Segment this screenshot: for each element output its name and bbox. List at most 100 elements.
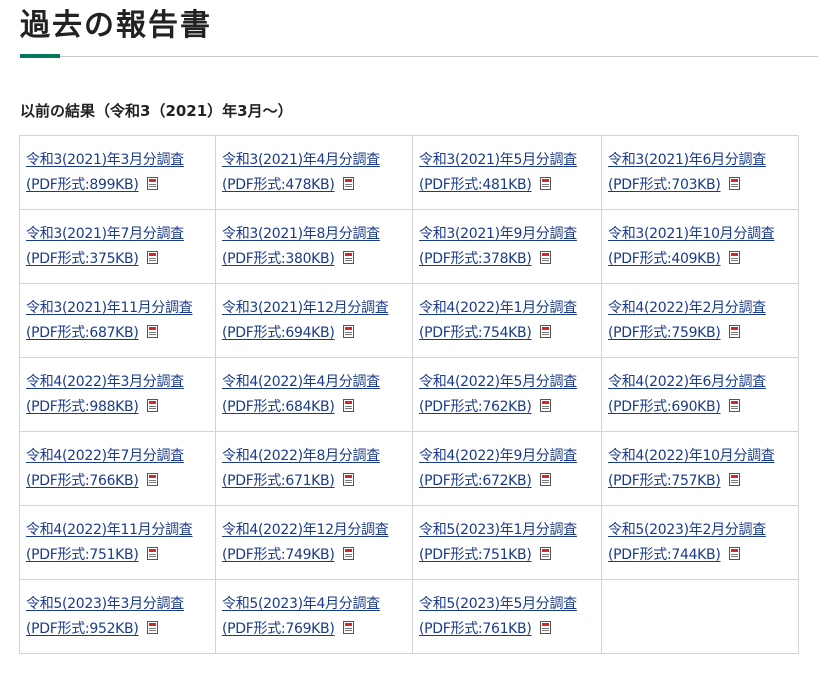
report-pdf-link[interactable]: 令和3(2021)年5月分調査 (PDF形式:481KB) (419, 148, 577, 198)
file-size-label: (PDF形式:762KB) (419, 398, 532, 415)
table-cell: 令和4(2022)年1月分調査 (PDF形式:754KB) (412, 283, 602, 358)
pdf-file-icon (539, 250, 551, 264)
report-pdf-link[interactable]: 令和3(2021)年6月分調査 (PDF形式:703KB) (608, 148, 766, 198)
pdf-file-icon (728, 546, 740, 560)
table-cell: 令和5(2023)年5月分調査 (PDF形式:761KB) (412, 579, 602, 654)
table-cell: 令和4(2022)年2月分調査 (PDF形式:759KB) (601, 283, 799, 358)
report-pdf-link[interactable]: 令和5(2023)年3月分調査 (PDF形式:952KB) (26, 592, 184, 642)
report-file-info: (PDF形式:751KB) (26, 543, 192, 568)
report-pdf-link[interactable]: 令和5(2023)年5月分調査 (PDF形式:761KB) (419, 592, 577, 642)
pdf-file-icon (146, 324, 158, 338)
report-pdf-link[interactable]: 令和3(2021)年8月分調査 (PDF形式:380KB) (222, 222, 380, 272)
table-cell: 令和4(2022)年8月分調査 (PDF形式:671KB) (215, 431, 413, 506)
file-size-label: (PDF形式:988KB) (26, 398, 139, 415)
report-title: 令和4(2022)年12月分調査 (222, 521, 389, 538)
file-size-label: (PDF形式:375KB) (26, 250, 139, 267)
pdf-file-icon (539, 176, 551, 190)
report-pdf-link[interactable]: 令和3(2021)年11月分調査 (PDF形式:687KB) (26, 296, 193, 346)
report-pdf-link[interactable]: 令和4(2022)年1月分調査 (PDF形式:754KB) (419, 296, 577, 346)
table-cell: 令和5(2023)年4月分調査 (PDF形式:769KB) (215, 579, 413, 654)
table-row: 令和4(2022)年11月分調査 (PDF形式:751KB) 令和4(2022)年1… (19, 505, 799, 580)
report-pdf-link[interactable]: 令和4(2022)年2月分調査 (PDF形式:759KB) (608, 296, 766, 346)
report-table: 令和3(2021)年3月分調査 (PDF形式:899KB) 令和3(2021)年4月… (19, 135, 799, 654)
pdf-file-icon (728, 398, 740, 412)
report-title: 令和3(2021)年8月分調査 (222, 225, 380, 242)
table-cell: 令和5(2023)年3月分調査 (PDF形式:952KB) (19, 579, 216, 654)
file-size-label: (PDF形式:757KB) (608, 472, 721, 489)
report-pdf-link[interactable]: 令和4(2022)年8月分調査 (PDF形式:671KB) (222, 444, 380, 494)
file-size-label: (PDF形式:751KB) (419, 546, 532, 563)
report-pdf-link[interactable]: 令和4(2022)年11月分調査 (PDF形式:751KB) (26, 518, 193, 568)
report-pdf-link[interactable]: 令和3(2021)年12月分調査 (PDF形式:694KB) (222, 296, 389, 346)
report-pdf-link[interactable]: 令和3(2021)年7月分調査 (PDF形式:375KB) (26, 222, 184, 272)
table-cell: 令和3(2021)年3月分調査 (PDF形式:899KB) (19, 135, 216, 210)
report-pdf-link[interactable]: 令和4(2022)年3月分調査 (PDF形式:988KB) (26, 370, 184, 420)
table-row: 令和4(2022)年7月分調査 (PDF形式:766KB) 令和4(2022)年8月… (19, 431, 799, 506)
table-cell: 令和4(2022)年10月分調査 (PDF形式:757KB) (601, 431, 799, 506)
report-file-info: (PDF形式:769KB) (222, 617, 380, 642)
pdf-file-icon (342, 176, 354, 190)
report-pdf-link[interactable]: 令和5(2023)年4月分調査 (PDF形式:769KB) (222, 592, 380, 642)
file-size-label: (PDF形式:749KB) (222, 546, 335, 563)
report-title: 令和4(2022)年7月分調査 (26, 447, 184, 464)
table-cell: 令和3(2021)年11月分調査 (PDF形式:687KB) (19, 283, 216, 358)
report-pdf-link[interactable]: 令和3(2021)年9月分調査 (PDF形式:378KB) (419, 222, 577, 272)
report-pdf-link[interactable]: 令和4(2022)年7月分調査 (PDF形式:766KB) (26, 444, 184, 494)
table-cell: 令和4(2022)年4月分調査 (PDF形式:684KB) (215, 357, 413, 432)
pdf-file-icon (539, 398, 551, 412)
pdf-file-icon (146, 250, 158, 264)
report-pdf-link[interactable]: 令和4(2022)年12月分調査 (PDF形式:749KB) (222, 518, 389, 568)
file-size-label: (PDF形式:378KB) (419, 250, 532, 267)
file-size-label: (PDF形式:694KB) (222, 324, 335, 341)
report-title: 令和4(2022)年10月分調査 (608, 447, 775, 464)
pdf-file-icon (146, 620, 158, 634)
file-size-label: (PDF形式:703KB) (608, 176, 721, 193)
report-title: 令和4(2022)年8月分調査 (222, 447, 380, 464)
file-size-label: (PDF形式:672KB) (419, 472, 532, 489)
report-file-info: (PDF形式:375KB) (26, 247, 184, 272)
report-pdf-link[interactable]: 令和5(2023)年2月分調査 (PDF形式:744KB) (608, 518, 766, 568)
report-title: 令和3(2021)年3月分調査 (26, 151, 184, 168)
report-pdf-link[interactable]: 令和4(2022)年6月分調査 (PDF形式:690KB) (608, 370, 766, 420)
table-cell: 令和4(2022)年6月分調査 (PDF形式:690KB) (601, 357, 799, 432)
report-file-info: (PDF形式:409KB) (608, 247, 774, 272)
report-pdf-link[interactable]: 令和5(2023)年1月分調査 (PDF形式:751KB) (419, 518, 577, 568)
file-size-label: (PDF形式:687KB) (26, 324, 139, 341)
report-file-info: (PDF形式:766KB) (26, 469, 184, 494)
report-pdf-link[interactable]: 令和4(2022)年4月分調査 (PDF形式:684KB) (222, 370, 380, 420)
report-file-info: (PDF形式:988KB) (26, 395, 184, 420)
report-file-info: (PDF形式:671KB) (222, 469, 380, 494)
report-pdf-link[interactable]: 令和3(2021)年10月分調査 (PDF形式:409KB) (608, 222, 775, 272)
table-cell: 令和4(2022)年5月分調査 (PDF形式:762KB) (412, 357, 602, 432)
report-file-info: (PDF形式:478KB) (222, 173, 380, 198)
report-file-info: (PDF形式:754KB) (419, 321, 577, 346)
report-title: 令和3(2021)年10月分調査 (608, 225, 775, 242)
file-size-label: (PDF形式:690KB) (608, 398, 721, 415)
pdf-file-icon (539, 620, 551, 634)
report-pdf-link[interactable]: 令和3(2021)年4月分調査 (PDF形式:478KB) (222, 148, 380, 198)
pdf-file-icon (146, 398, 158, 412)
report-file-info: (PDF形式:952KB) (26, 617, 184, 642)
pdf-file-icon (539, 324, 551, 338)
report-title: 令和4(2022)年5月分調査 (419, 373, 577, 390)
report-file-info: (PDF形式:899KB) (26, 173, 184, 198)
report-title: 令和5(2023)年1月分調査 (419, 521, 577, 538)
table-row: 令和3(2021)年3月分調査 (PDF形式:899KB) 令和3(2021)年4月… (19, 135, 799, 210)
report-title: 令和4(2022)年6月分調査 (608, 373, 766, 390)
report-file-info: (PDF形式:690KB) (608, 395, 766, 420)
pdf-file-icon (342, 324, 354, 338)
table-cell: 令和4(2022)年12月分調査 (PDF形式:749KB) (215, 505, 413, 580)
report-file-info: (PDF形式:761KB) (419, 617, 577, 642)
report-title: 令和4(2022)年2月分調査 (608, 299, 766, 316)
report-file-info: (PDF形式:762KB) (419, 395, 577, 420)
report-pdf-link[interactable]: 令和4(2022)年5月分調査 (PDF形式:762KB) (419, 370, 577, 420)
report-title: 令和3(2021)年12月分調査 (222, 299, 389, 316)
report-title: 令和4(2022)年9月分調査 (419, 447, 577, 464)
report-title: 令和3(2021)年6月分調査 (608, 151, 766, 168)
file-size-label: (PDF形式:952KB) (26, 620, 139, 637)
table-cell: 令和3(2021)年4月分調査 (PDF形式:478KB) (215, 135, 413, 210)
report-pdf-link[interactable]: 令和4(2022)年9月分調査 (PDF形式:672KB) (419, 444, 577, 494)
report-pdf-link[interactable]: 令和3(2021)年3月分調査 (PDF形式:899KB) (26, 148, 184, 198)
report-pdf-link[interactable]: 令和4(2022)年10月分調査 (PDF形式:757KB) (608, 444, 775, 494)
report-title: 令和3(2021)年5月分調査 (419, 151, 577, 168)
